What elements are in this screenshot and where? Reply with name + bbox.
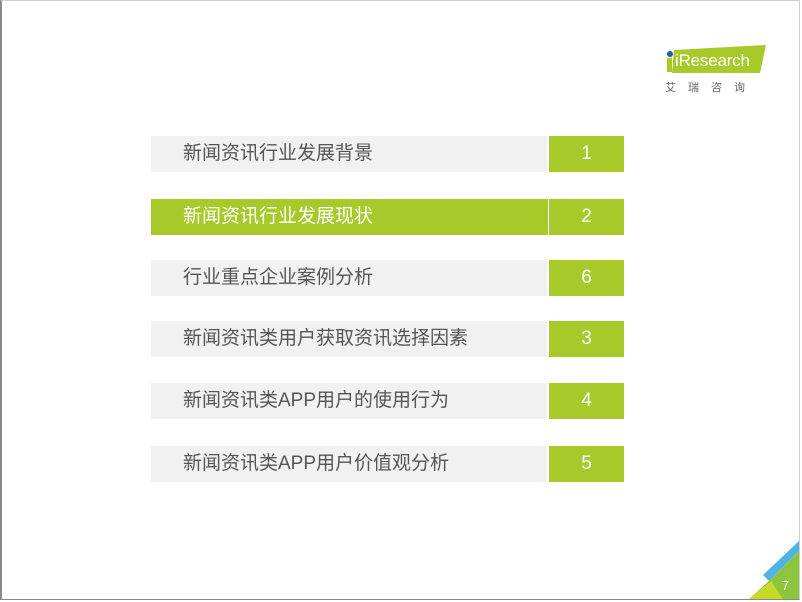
toc-item-number: 2 — [581, 206, 592, 227]
toc-item-label-box: 行业重点企业案例分析 — [151, 260, 547, 296]
toc-item-number: 1 — [581, 143, 592, 164]
toc-item-3[interactable]: 行业重点企业案例分析 6 — [151, 260, 624, 296]
toc-item-label-box: 新闻资讯类APP用户价值观分析 — [151, 446, 547, 482]
toc-item-2-active[interactable]: 新闻资讯行业发展现状 2 — [151, 199, 624, 235]
toc-item-number: 5 — [581, 453, 592, 474]
toc-item-number-box: 1 — [549, 136, 624, 172]
toc-item-label-box: 新闻资讯行业发展现状 — [151, 199, 548, 235]
page-number: 7 — [781, 578, 789, 593]
slide: iResearch 艾瑞咨询 新闻资讯行业发展背景 1 新闻资讯行业发展现状 2… — [0, 0, 800, 600]
toc-item-number-box: 6 — [549, 260, 624, 296]
toc-item-label: 行业重点企业案例分析 — [183, 267, 374, 288]
logo-i-stem — [667, 58, 672, 72]
toc-item-number: 3 — [581, 328, 592, 349]
toc-item-label: 新闻资讯行业发展现状 — [183, 206, 374, 227]
logo-subtitle: 艾瑞咨询 — [665, 82, 757, 94]
toc-item-number: 4 — [581, 390, 592, 411]
toc-item-number: 6 — [581, 267, 592, 288]
toc-item-5[interactable]: 新闻资讯类APP用户的使用行为 4 — [151, 383, 624, 419]
toc-item-number-box: 5 — [549, 446, 624, 482]
toc-item-4[interactable]: 新闻资讯类用户获取资讯选择因素 3 — [151, 321, 624, 357]
logo-dot-icon — [667, 51, 673, 57]
toc-item-label-box: 新闻资讯类APP用户的使用行为 — [151, 383, 547, 419]
toc-item-label: 新闻资讯类APP用户的使用行为 — [183, 390, 450, 411]
toc-item-number-box: 4 — [549, 383, 624, 419]
corner-decoration — [749, 541, 799, 599]
toc-item-1[interactable]: 新闻资讯行业发展背景 1 — [151, 136, 624, 172]
toc-item-6[interactable]: 新闻资讯类APP用户价值观分析 5 — [151, 446, 624, 482]
toc-item-label: 新闻资讯行业发展背景 — [183, 143, 374, 164]
logo-brand-text: iResearch — [675, 51, 750, 70]
iresearch-logo: iResearch 艾瑞咨询 — [662, 45, 772, 95]
toc-item-label: 新闻资讯类用户获取资讯选择因素 — [183, 328, 469, 349]
toc-item-label-box: 新闻资讯行业发展背景 — [151, 136, 547, 172]
toc-item-label: 新闻资讯类APP用户价值观分析 — [183, 453, 450, 474]
toc-item-label-box: 新闻资讯类用户获取资讯选择因素 — [151, 321, 547, 357]
toc-item-number-box: 3 — [549, 321, 624, 357]
toc-item-number-box: 2 — [549, 199, 624, 235]
